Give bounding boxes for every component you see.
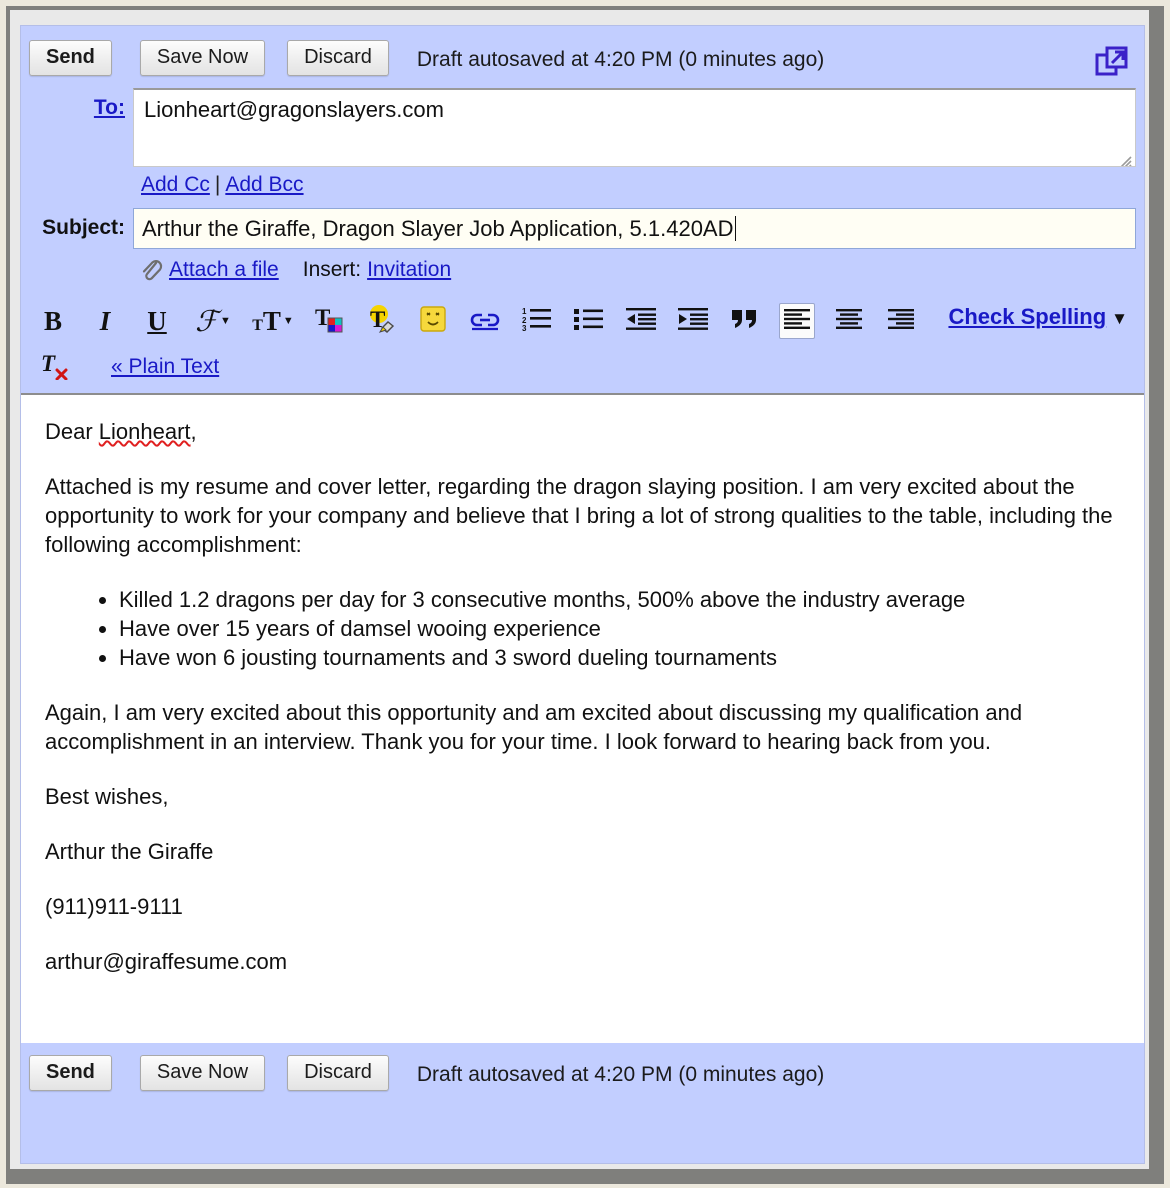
discard-button-top[interactable]: Discard bbox=[287, 40, 389, 76]
cc-bcc-row: Add Cc | Add Bcc bbox=[21, 167, 1144, 199]
attach-row: Attach a file Insert: Invitation bbox=[21, 249, 1144, 283]
blockquote-button[interactable] bbox=[727, 303, 763, 339]
popout-window-icon[interactable] bbox=[1094, 44, 1130, 80]
smiley-icon bbox=[419, 305, 447, 338]
numbered-list-icon: 1 2 3 bbox=[522, 306, 552, 337]
greeting-suffix: , bbox=[190, 419, 197, 444]
remove-formatting-button[interactable]: T bbox=[37, 349, 73, 385]
emoji-button[interactable] bbox=[415, 303, 451, 339]
italic-icon: I bbox=[99, 305, 111, 336]
formatting-toolbar: B I U ℱ ▼ TT ▼ T T 1 2 3 Check Spelling … bbox=[21, 297, 1144, 393]
font-size-button[interactable]: TT ▼ bbox=[251, 303, 295, 339]
discard-button-bottom[interactable]: Discard bbox=[287, 1055, 389, 1091]
list-item: Killed 1.2 dragons per day for 3 consecu… bbox=[119, 585, 1120, 614]
list-item: Have over 15 years of damsel wooing expe… bbox=[119, 614, 1120, 643]
insert-label: Insert: bbox=[302, 258, 362, 281]
bottom-action-bar: Send Save Now Discard Draft autosaved at… bbox=[21, 1043, 1144, 1107]
align-right-icon bbox=[887, 307, 915, 336]
subject-input[interactable]: Arthur the Giraffe, Dragon Slayer Job Ap… bbox=[133, 208, 1136, 249]
plain-text-link[interactable]: « Plain Text bbox=[111, 355, 219, 379]
font-family-button[interactable]: ℱ ▼ bbox=[191, 303, 235, 339]
align-center-icon bbox=[835, 307, 863, 336]
align-left-button[interactable] bbox=[779, 303, 815, 339]
underline-button[interactable]: U bbox=[139, 303, 175, 339]
body-paragraph-2: Again, I am very excited about this oppo… bbox=[45, 700, 1023, 754]
quote-icon bbox=[730, 306, 760, 337]
add-bcc-link[interactable]: Add Bcc bbox=[225, 173, 303, 196]
outdent-icon bbox=[625, 306, 657, 337]
send-button-bottom[interactable]: Send bbox=[29, 1055, 112, 1091]
greeting-prefix: Dear bbox=[45, 419, 99, 444]
to-link[interactable]: To: bbox=[94, 96, 125, 119]
svg-text:3: 3 bbox=[522, 324, 527, 332]
text-color-button[interactable]: T bbox=[311, 303, 347, 339]
text-color-icon: T bbox=[314, 304, 344, 339]
greeting-line: Dear Lionheart, bbox=[45, 417, 1120, 446]
svg-text:T: T bbox=[41, 351, 56, 376]
bulleted-list-icon bbox=[574, 306, 604, 337]
signature-line: (911)911-9111 bbox=[45, 894, 183, 919]
numbered-list-button[interactable]: 1 2 3 bbox=[519, 303, 555, 339]
to-row: To: Lionheart@gragonslayers.com bbox=[21, 88, 1144, 167]
greeting-name: Lionheart bbox=[98, 419, 191, 444]
signature-line: arthur@giraffesume.com bbox=[45, 949, 288, 974]
chevron-down-icon: ▼ bbox=[219, 315, 231, 327]
link-chain-icon bbox=[469, 306, 501, 337]
outer-frame: Send Save Now Discard Draft autosaved at… bbox=[0, 0, 1170, 1188]
indent-button[interactable] bbox=[675, 303, 711, 339]
body-paragraph-1: Attached is my resume and cover letter, … bbox=[45, 474, 1113, 557]
highlight-color-button[interactable]: T bbox=[363, 303, 399, 339]
save-now-button-bottom[interactable]: Save Now bbox=[139, 1055, 266, 1091]
paperclip-icon bbox=[139, 257, 163, 283]
bulleted-list-button[interactable] bbox=[571, 303, 607, 339]
top-action-bar: Send Save Now Discard Draft autosaved at… bbox=[21, 26, 1144, 88]
italic-button[interactable]: I bbox=[87, 303, 123, 339]
to-value: Lionheart@gragonslayers.com bbox=[144, 97, 444, 122]
remove-formatting-icon: T bbox=[40, 350, 70, 385]
compose-mail-window: Send Save Now Discard Draft autosaved at… bbox=[20, 25, 1145, 1164]
font-size-icon: TT bbox=[252, 305, 281, 336]
outdent-button[interactable] bbox=[623, 303, 659, 339]
align-center-button[interactable] bbox=[831, 303, 867, 339]
indent-icon bbox=[677, 306, 709, 337]
save-now-button-top[interactable]: Save Now bbox=[139, 40, 266, 76]
svg-text:1: 1 bbox=[522, 307, 527, 316]
font-family-icon: ℱ bbox=[195, 305, 218, 338]
resize-grip-icon[interactable] bbox=[1116, 148, 1132, 166]
chevron-down-icon: ▼ bbox=[282, 315, 294, 327]
attach-a-file-link[interactable]: Attach a file bbox=[169, 258, 279, 282]
list-item: Have won 6 jousting tournaments and 3 sw… bbox=[119, 643, 1120, 672]
bold-button[interactable]: B bbox=[35, 303, 71, 339]
autosave-status-bottom: Draft autosaved at 4:20 PM (0 minutes ag… bbox=[416, 1063, 825, 1086]
check-spelling-button[interactable]: Check Spelling ▼ bbox=[948, 304, 1128, 330]
message-body[interactable]: Dear Lionheart, Attached is my resume an… bbox=[21, 393, 1144, 1043]
accomplishments-list: Killed 1.2 dragons per day for 3 consecu… bbox=[45, 585, 1120, 672]
text-cursor bbox=[734, 216, 736, 241]
add-cc-link[interactable]: Add Cc bbox=[141, 173, 210, 196]
check-spelling-label: Check Spelling bbox=[948, 304, 1107, 329]
subject-value: Arthur the Giraffe, Dragon Slayer Job Ap… bbox=[142, 215, 734, 241]
insert-invitation-link[interactable]: Invitation bbox=[367, 258, 451, 282]
bold-icon: B bbox=[43, 305, 62, 336]
send-button-top[interactable]: Send bbox=[29, 40, 112, 76]
to-label: To: bbox=[21, 88, 133, 120]
to-input[interactable]: Lionheart@gragonslayers.com bbox=[133, 88, 1136, 167]
signature-line: Best wishes, bbox=[45, 784, 169, 809]
subject-row: Subject: Arthur the Giraffe, Dragon Slay… bbox=[21, 208, 1144, 249]
autosave-status-top: Draft autosaved at 4:20 PM (0 minutes ag… bbox=[416, 48, 825, 71]
chevron-down-icon: ▼ bbox=[1111, 309, 1128, 328]
insert-link-button[interactable] bbox=[467, 303, 503, 339]
align-right-button[interactable] bbox=[883, 303, 919, 339]
align-left-icon bbox=[783, 307, 811, 336]
underline-icon: U bbox=[147, 305, 167, 336]
cc-bcc-separator: | bbox=[214, 173, 221, 196]
subject-label: Subject: bbox=[42, 216, 125, 239]
highlight-icon: T bbox=[366, 304, 396, 339]
signature-line: Arthur the Giraffe bbox=[45, 839, 214, 864]
